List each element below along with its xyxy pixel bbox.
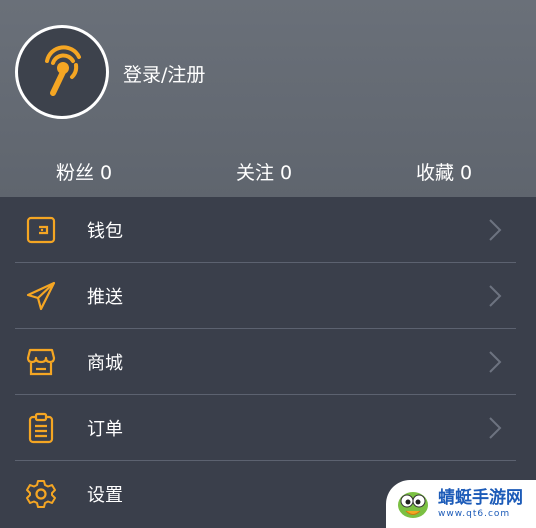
favorites-count[interactable]: 收藏 0 bbox=[416, 158, 472, 185]
fans-count[interactable]: 粉丝 0 bbox=[56, 158, 112, 185]
site-watermark: 蜻蜓手游网 www.qt6.com bbox=[386, 480, 536, 528]
gear-icon bbox=[26, 480, 56, 508]
avatar[interactable] bbox=[15, 25, 109, 119]
menu-item-wallet[interactable]: 钱包 bbox=[15, 197, 516, 263]
chevron-right-icon bbox=[489, 285, 502, 307]
wallet-icon bbox=[26, 216, 56, 244]
menu-label: 设置 bbox=[87, 485, 123, 506]
profile-header: 登录/注册 粉丝 0 关注 0 收藏 0 bbox=[0, 0, 536, 197]
menu-item-store[interactable]: 商城 bbox=[15, 329, 516, 395]
watermark-url: www.qt6.com bbox=[438, 509, 511, 519]
menu-list: 钱包 推送 商城 订单 设置 bbox=[0, 197, 536, 527]
menu-label: 商城 bbox=[87, 353, 123, 374]
menu-label: 订单 bbox=[87, 419, 123, 440]
store-icon bbox=[26, 348, 56, 376]
menu-item-push[interactable]: 推送 bbox=[15, 263, 516, 329]
dragonfly-mascot-icon bbox=[398, 492, 428, 518]
stats-bar: 粉丝 0 关注 0 收藏 0 bbox=[0, 150, 536, 194]
chevron-right-icon bbox=[489, 219, 502, 241]
login-register-link[interactable]: 登录/注册 bbox=[123, 60, 205, 87]
clipboard-icon bbox=[28, 412, 54, 444]
chevron-right-icon bbox=[489, 417, 502, 439]
menu-label: 钱包 bbox=[87, 221, 123, 242]
watermark-title: 蜻蜓手游网 bbox=[438, 488, 523, 508]
paper-plane-icon bbox=[26, 281, 56, 311]
follow-count[interactable]: 关注 0 bbox=[236, 158, 292, 185]
menu-label: 推送 bbox=[87, 287, 123, 308]
chevron-right-icon bbox=[489, 351, 502, 373]
hearing-icon bbox=[45, 45, 81, 96]
menu-item-orders[interactable]: 订单 bbox=[15, 395, 516, 461]
